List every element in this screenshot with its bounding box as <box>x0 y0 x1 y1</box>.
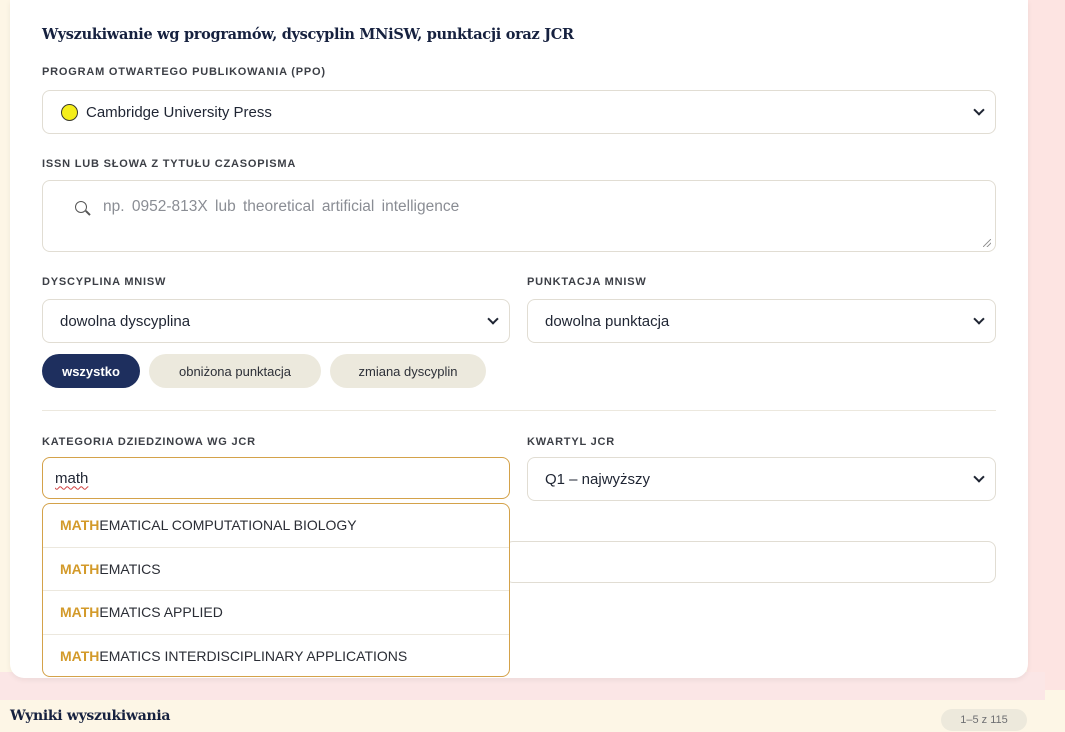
suggestion-match: MATH <box>60 604 100 621</box>
publisher-color-dot-icon <box>61 103 78 121</box>
points-label: PUNKTACJA MNISW <box>527 276 647 288</box>
background-decoration <box>1027 0 1065 690</box>
issn-placeholder: np. 0952-813X lub theoretical artificial… <box>103 198 460 215</box>
suggestion-item[interactable]: MATH EMATICS <box>43 548 509 591</box>
suggestion-match: MATH <box>60 648 100 665</box>
suggestion-item[interactable]: MATH EMATICS APPLIED <box>43 591 509 635</box>
suggestion-rest: EMATICS <box>99 560 161 577</box>
chevron-down-icon <box>973 471 985 483</box>
filter-pill-lowered-points[interactable]: obniżona punktacja <box>149 354 321 388</box>
issn-search-input[interactable]: np. 0952-813X lub theoretical artificial… <box>42 180 996 252</box>
discipline-label: DYSCYPLINA MNISW <box>42 276 167 288</box>
divider <box>42 410 996 411</box>
jcr-category-label: KATEGORIA DZIEDZINOWA WG JCR <box>42 436 256 448</box>
suggestion-rest: EMATICAL COMPUTATIONAL BIOLOGY <box>99 517 357 534</box>
results-count-badge: 1–5 z 115 <box>941 709 1027 731</box>
jcr-category-suggestions: MATH EMATICAL COMPUTATIONAL BIOLOGY MATH E… <box>42 503 510 677</box>
ppo-select[interactable]: Cambridge University Press <box>42 90 996 134</box>
points-selected-value: dowolna punktacja <box>545 312 670 330</box>
points-select[interactable]: dowolna punktacja <box>527 299 996 343</box>
jcr-quartile-select[interactable]: Q1 – najwyższy <box>527 457 996 501</box>
suggestion-item[interactable]: MATH EMATICS INTERDISCIPLINARY APPLICATIO… <box>43 635 509 677</box>
results-title: Wyniki wyszukiwania <box>10 708 171 724</box>
discipline-selected-value: dowolna dyscyplina <box>60 312 191 330</box>
suggestion-match: MATH <box>60 560 100 577</box>
chevron-down-icon <box>973 313 985 325</box>
section-title: Wyszukiwanie wg programów, dyscyplin MNi… <box>42 26 574 43</box>
partially-hidden-field[interactable] <box>505 541 996 583</box>
issn-label: ISSN LUB SŁOWA Z TYTUŁU CZASOPISMA <box>42 158 297 170</box>
jcr-category-value: math <box>55 469 89 487</box>
chevron-down-icon <box>487 313 499 325</box>
suggestion-item[interactable]: MATH EMATICAL COMPUTATIONAL BIOLOGY <box>43 504 509 548</box>
resize-grip-icon[interactable] <box>983 239 991 247</box>
jcr-quartile-label: KWARTYL JCR <box>527 436 616 448</box>
suggestion-rest: EMATICS APPLIED <box>99 604 223 621</box>
suggestion-rest: EMATICS INTERDISCIPLINARY APPLICATIONS <box>99 648 408 665</box>
chevron-down-icon <box>973 104 985 116</box>
filter-pill-discipline-change[interactable]: zmiana dyscyplin <box>330 354 486 388</box>
ppo-label: PROGRAM OTWARTEGO PUBLIKOWANIA (PPO) <box>42 66 326 78</box>
filter-pill-all[interactable]: wszystko <box>42 354 140 388</box>
jcr-category-input[interactable]: math <box>42 457 510 499</box>
ppo-selected-value: Cambridge University Press <box>86 103 272 121</box>
discipline-select[interactable]: dowolna dyscyplina <box>42 299 510 343</box>
suggestion-match: MATH <box>60 517 100 534</box>
jcr-quartile-selected-value: Q1 – najwyższy <box>545 470 651 488</box>
search-icon <box>75 201 91 216</box>
